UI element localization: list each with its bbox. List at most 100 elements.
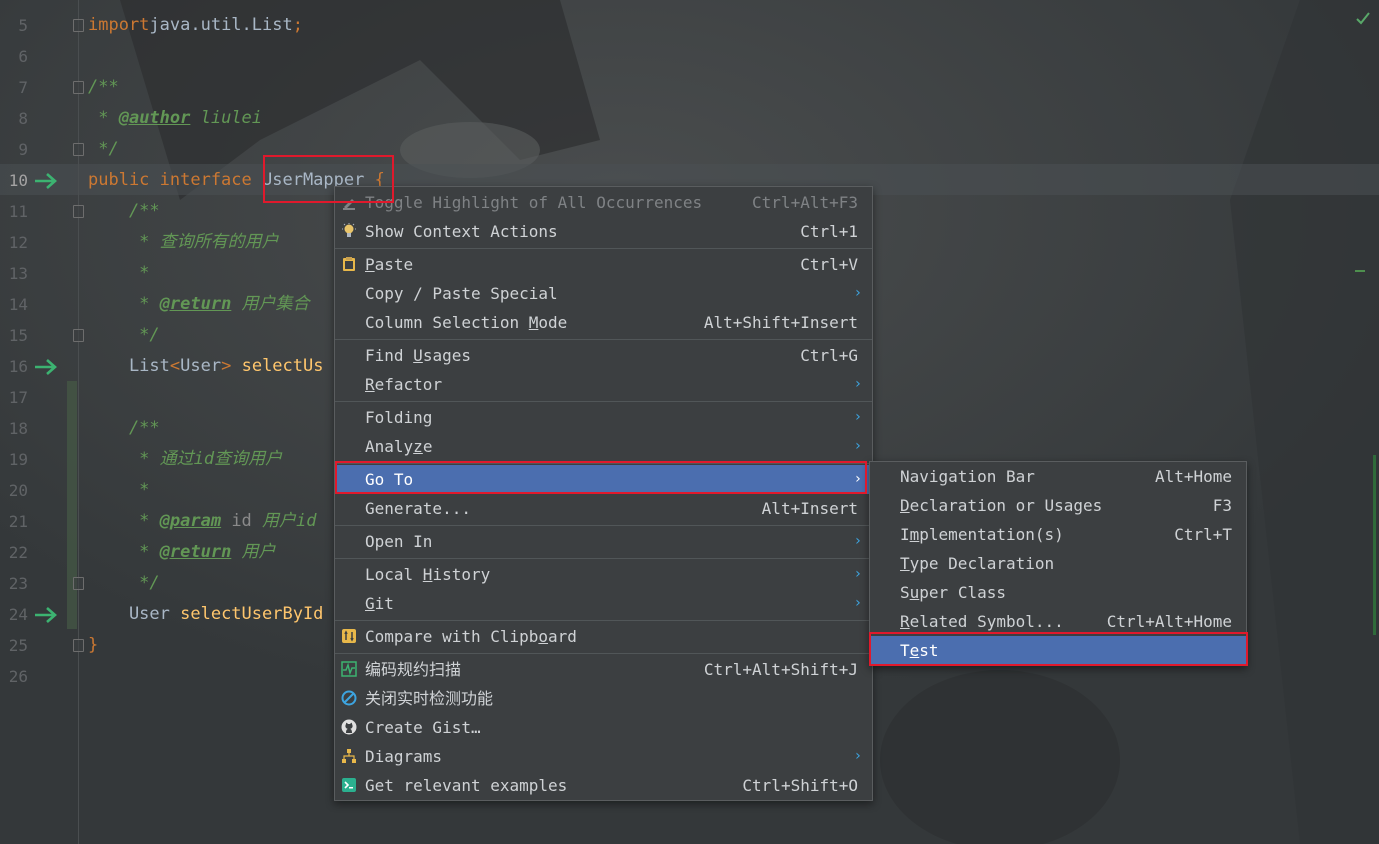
code-text[interactable]: } bbox=[88, 630, 98, 661]
menu-item-navigation-bar[interactable]: Navigation Bar Alt+Home bbox=[870, 462, 1246, 491]
menu-item-implementation-s[interactable]: Implementation(s) Ctrl+T bbox=[870, 520, 1246, 549]
code-line[interactable]: 8 * @author liulei bbox=[0, 103, 1379, 134]
line-number: 24 bbox=[8, 605, 28, 624]
code-text[interactable]: importjava.util.List; bbox=[88, 10, 303, 41]
submenu-chevron-icon: › bbox=[853, 409, 862, 425]
implementation-arrow-icon[interactable] bbox=[34, 606, 58, 624]
code-token: 用户id bbox=[251, 511, 317, 531]
menu-item-analyze[interactable]: Analyze › bbox=[335, 432, 872, 461]
code-text[interactable]: */ bbox=[88, 134, 118, 165]
code-text[interactable]: * bbox=[88, 258, 149, 289]
menu-item-column-selection-mode[interactable]: Column Selection Mode Alt+Shift+Insert bbox=[335, 308, 872, 337]
code-text[interactable]: */ bbox=[88, 568, 159, 599]
symbol-highlight-box bbox=[263, 155, 394, 203]
menu-item-generate[interactable]: Generate... Alt+Insert bbox=[335, 494, 872, 523]
submenu-chevron-icon: › bbox=[853, 566, 862, 582]
implementation-arrow-icon[interactable] bbox=[34, 358, 58, 376]
menu-item-label: Generate... bbox=[365, 499, 471, 518]
code-token: selectUserById bbox=[180, 604, 324, 624]
menu-item-type-declaration[interactable]: Type Declaration bbox=[870, 549, 1246, 578]
code-text[interactable]: * @return 用户 bbox=[88, 537, 275, 568]
menu-item-open-in[interactable]: Open In › bbox=[335, 527, 872, 556]
code-text[interactable]: * @return 用户集合 bbox=[88, 289, 309, 320]
fold-marker-icon[interactable] bbox=[73, 329, 84, 342]
implementation-arrow-icon[interactable] bbox=[34, 172, 58, 190]
menu-item-super-class[interactable]: Super Class bbox=[870, 578, 1246, 607]
menu-item-refactor[interactable]: Refactor › bbox=[335, 370, 872, 399]
code-line[interactable]: 6 bbox=[0, 41, 1379, 72]
menu-item-label: Get relevant examples bbox=[365, 776, 568, 795]
code-token: /** bbox=[88, 77, 119, 97]
code-token: > bbox=[221, 356, 232, 376]
code-text[interactable]: * @author liulei bbox=[88, 103, 262, 134]
code-token: java.util.List bbox=[149, 15, 293, 35]
code-token: /** bbox=[88, 201, 160, 221]
code-token: * bbox=[88, 511, 160, 531]
menu-item-copy-paste-special[interactable]: Copy / Paste Special › bbox=[335, 279, 872, 308]
code-text[interactable]: * 通过id查询用户 bbox=[88, 444, 282, 475]
menu-separator bbox=[335, 401, 872, 402]
code-token: liulei bbox=[190, 108, 263, 128]
menu-item-label: Create Gist… bbox=[365, 718, 481, 737]
menu-item-label: Find Usages bbox=[365, 346, 471, 365]
fold-marker-icon[interactable] bbox=[73, 143, 84, 156]
menu-item-create-gist[interactable]: Create Gist… bbox=[335, 713, 872, 742]
menu-separator bbox=[335, 339, 872, 340]
code-line[interactable]: 5 importjava.util.List; bbox=[0, 10, 1379, 41]
line-number: 19 bbox=[8, 450, 28, 469]
menu-item-toggle-highlight-of-all-occurrences[interactable]: Toggle Highlight of All Occurrences Ctrl+… bbox=[335, 188, 872, 217]
compare-icon bbox=[342, 629, 356, 643]
fold-marker-icon[interactable] bbox=[73, 81, 84, 94]
menu-item-show-context-actions[interactable]: Show Context Actions Ctrl+1 bbox=[335, 217, 872, 246]
code-text[interactable]: * @param id 用户id bbox=[88, 506, 317, 537]
menu-item[interactable]: 关闭实时检测功能 bbox=[335, 684, 872, 713]
menu-item-label: Column Selection Mode bbox=[365, 313, 568, 332]
menu-item-label: 关闭实时检测功能 bbox=[365, 689, 494, 708]
menu-separator bbox=[335, 248, 872, 249]
vertical-scrollbar[interactable] bbox=[1373, 455, 1376, 635]
menu-item-shortcut: Alt+Home bbox=[1154, 467, 1232, 486]
code-line[interactable]: 9 */ bbox=[0, 134, 1379, 165]
inspection-ok-icon[interactable] bbox=[1355, 10, 1371, 26]
menu-item-folding[interactable]: Folding › bbox=[335, 403, 872, 432]
menu-item-find-usages[interactable]: Find Usages Ctrl+G bbox=[335, 341, 872, 370]
code-text[interactable]: List<User> selectUs bbox=[88, 351, 324, 382]
code-text[interactable]: */ bbox=[88, 320, 159, 351]
fold-marker-icon[interactable] bbox=[73, 205, 84, 218]
menu-item-git[interactable]: Git › bbox=[335, 589, 872, 618]
code-token: ; bbox=[292, 15, 303, 35]
line-number: 8 bbox=[18, 109, 28, 128]
menu-item-shortcut: Ctrl+Shift+O bbox=[742, 776, 858, 795]
code-text[interactable]: /** bbox=[88, 196, 160, 227]
line-number: 23 bbox=[8, 574, 28, 593]
code-text[interactable]: /** bbox=[88, 72, 119, 103]
code-line[interactable]: 7 /** bbox=[0, 72, 1379, 103]
menu-item-shortcut: Alt+Shift+Insert bbox=[703, 313, 858, 332]
fold-marker-icon[interactable] bbox=[73, 19, 84, 32]
code-text[interactable]: * bbox=[88, 475, 149, 506]
menu-item-label: Local History bbox=[365, 565, 491, 584]
menu-item[interactable]: 编码规约扫描 Ctrl+Alt+Shift+J bbox=[335, 655, 872, 684]
line-number: 11 bbox=[8, 202, 28, 221]
menu-item-local-history[interactable]: Local History › bbox=[335, 560, 872, 589]
menu-item-compare-with-clipboard[interactable]: Compare with Clipboard bbox=[335, 622, 872, 651]
code-token: * bbox=[88, 263, 150, 283]
menu-item-declaration-or-usages[interactable]: Declaration or Usages F3 bbox=[870, 491, 1246, 520]
menu-item-paste[interactable]: Paste Ctrl+V bbox=[335, 250, 872, 279]
line-number: 16 bbox=[8, 357, 28, 376]
menu-item-diagrams[interactable]: Diagrams › bbox=[335, 742, 872, 771]
code-token: public interface bbox=[88, 170, 262, 190]
menu-item-label: Implementation(s) bbox=[900, 525, 1064, 544]
code-text[interactable]: * 查询所有的用户 bbox=[88, 227, 278, 258]
menu-separator bbox=[335, 653, 872, 654]
github-icon bbox=[341, 719, 357, 735]
code-text[interactable]: /** bbox=[88, 413, 160, 444]
menu-item-get-relevant-examples[interactable]: Get relevant examples Ctrl+Shift+O bbox=[335, 771, 872, 800]
code-text[interactable]: User selectUserById bbox=[88, 599, 323, 630]
fold-marker-icon[interactable] bbox=[73, 639, 84, 652]
line-number: 17 bbox=[8, 388, 28, 407]
code-token: * 通过id查询用户 bbox=[88, 449, 283, 469]
fold-marker-icon[interactable] bbox=[73, 577, 84, 590]
code-token: @return bbox=[159, 542, 232, 562]
